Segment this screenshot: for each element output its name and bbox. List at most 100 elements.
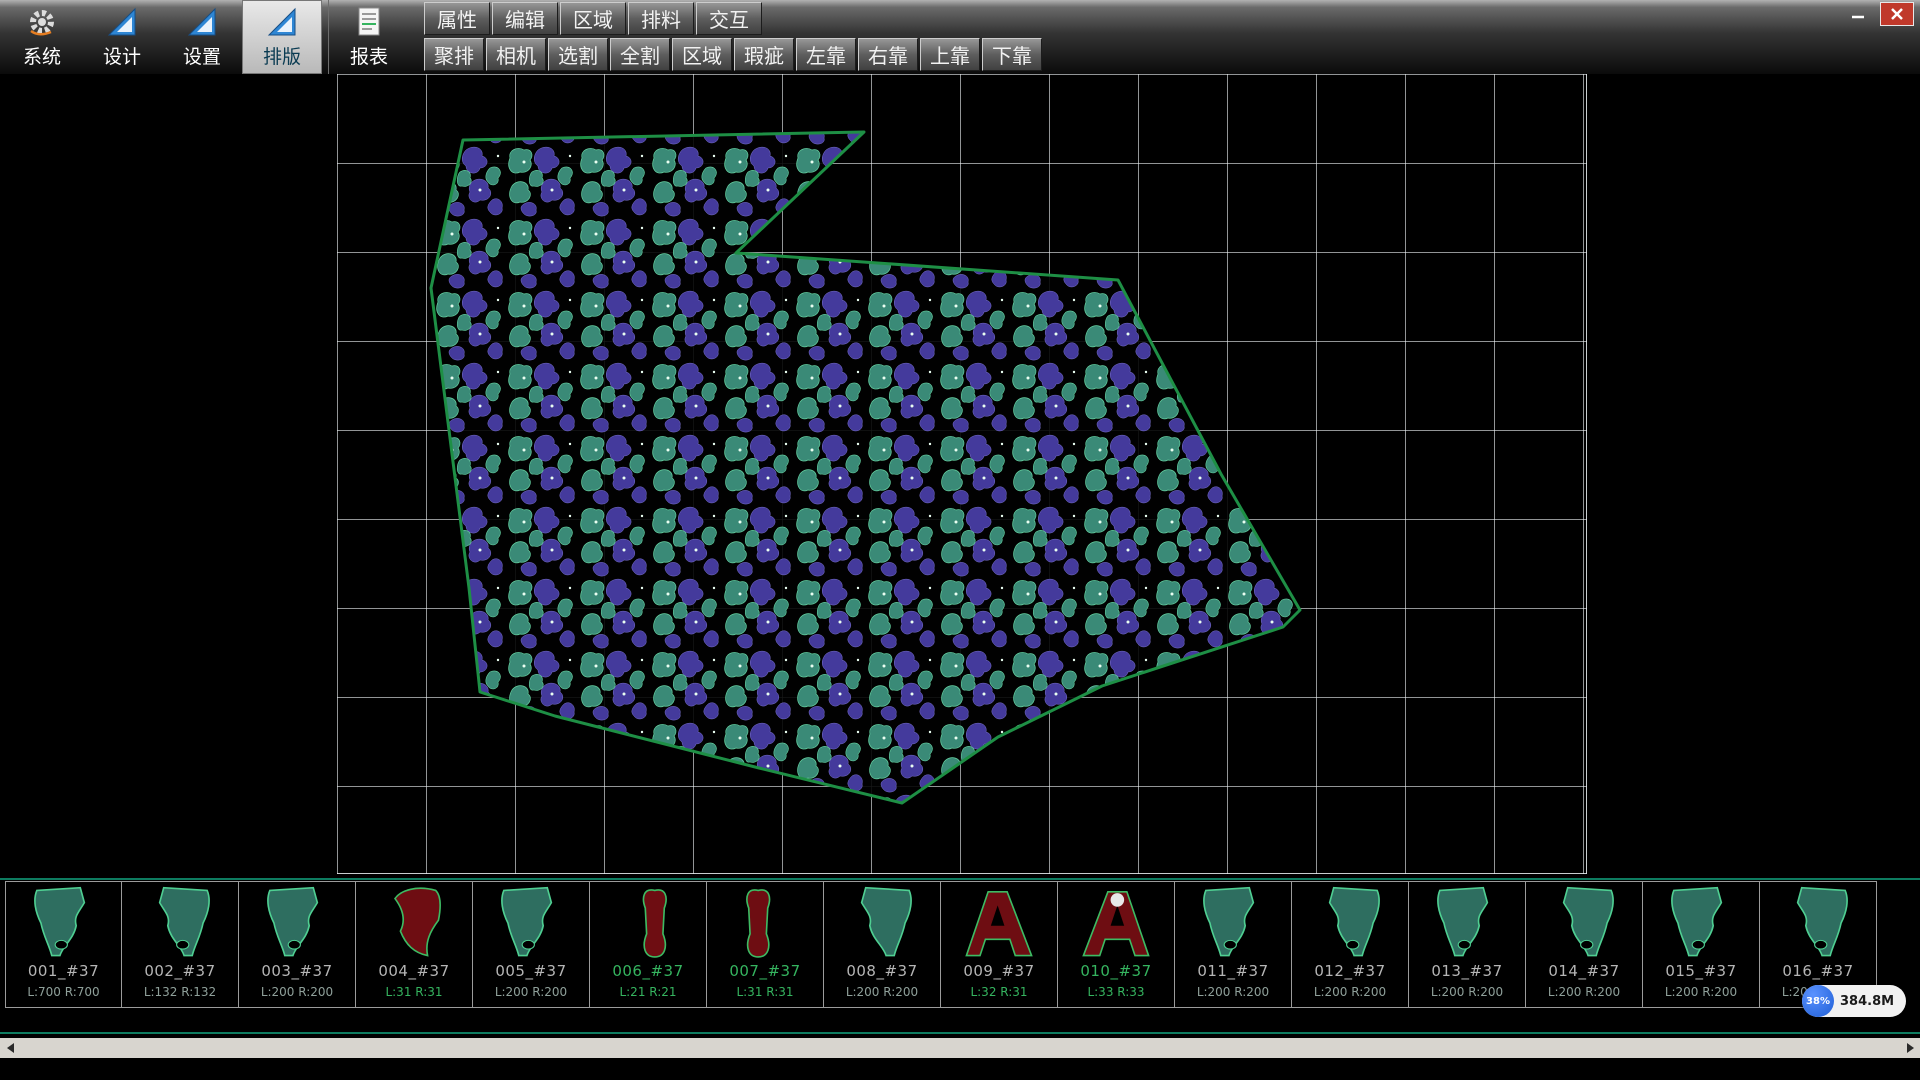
- menu-item-properties[interactable]: 属性: [424, 2, 490, 35]
- menu-item-cut-all[interactable]: 全割: [610, 38, 670, 71]
- menu-row-2: 聚排 相机 选割 全割 区域 瑕疵 左靠 右靠 上靠 下靠: [424, 38, 1042, 71]
- main-toolbar: 系统 设计 设置 排版: [2, 0, 409, 74]
- piece-name: 013_#37: [1431, 962, 1502, 980]
- design-label: 设计: [103, 42, 141, 69]
- piece-name: 015_#37: [1665, 962, 1736, 980]
- piece-name: 014_#37: [1548, 962, 1619, 980]
- piece-name: 003_#37: [261, 962, 332, 980]
- piece-shape: [832, 885, 932, 961]
- piece-thumbnail-cell[interactable]: 003_#37 L:200 R:200: [239, 881, 356, 1008]
- piece-lr-count: L:200 R:200: [1431, 985, 1503, 999]
- piece-name: 009_#37: [963, 962, 1034, 980]
- piece-lr-count: L:21 R:21: [619, 985, 676, 999]
- menu-item-nesting[interactable]: 排料: [628, 2, 694, 35]
- piece-shape: [598, 885, 698, 961]
- piece-shape: [14, 885, 114, 961]
- minimize-button[interactable]: [1842, 2, 1874, 24]
- horizontal-scrollbar[interactable]: [0, 1038, 1920, 1058]
- piece-thumbnail-cell[interactable]: 011_#37 L:200 R:200: [1175, 881, 1292, 1008]
- nesting-canvas[interactable]: [0, 74, 1920, 878]
- close-icon: [1889, 7, 1905, 21]
- piece-thumbnail-cell[interactable]: 005_#37 L:200 R:200: [473, 881, 590, 1008]
- piece-lr-count: L:33 R:33: [1087, 985, 1144, 999]
- nesting-button[interactable]: 排版: [242, 0, 322, 74]
- piece-thumbnail-cell[interactable]: 013_#37 L:200 R:200: [1409, 881, 1526, 1008]
- report-label: 报表: [350, 42, 388, 69]
- piece-lr-count: L:200 R:200: [846, 985, 918, 999]
- menu-item-align-bottom[interactable]: 下靠: [982, 38, 1042, 71]
- menu-item-align-left[interactable]: 左靠: [796, 38, 856, 71]
- piece-name: 002_#37: [144, 962, 215, 980]
- piece-lr-count: L:200 R:200: [495, 985, 567, 999]
- piece-thumbnail-cell[interactable]: 012_#37 L:200 R:200: [1292, 881, 1409, 1008]
- settings-label: 设置: [183, 42, 221, 69]
- piece-shape: [1768, 885, 1868, 961]
- piece-thumbnail-cell[interactable]: 009_#37 L:32 R:31: [941, 881, 1058, 1008]
- piece-name: 016_#37: [1782, 962, 1853, 980]
- piece-shape: [1183, 885, 1283, 961]
- piece-shape: [1651, 885, 1751, 961]
- menu-item-select-cut[interactable]: 选割: [548, 38, 608, 71]
- right-triangle-icon: [1907, 1043, 1914, 1053]
- gear-icon: [25, 5, 59, 39]
- system-button[interactable]: 系统: [2, 0, 82, 74]
- menu-item-region[interactable]: 区域: [560, 2, 626, 35]
- design-button[interactable]: 设计: [82, 0, 162, 74]
- menu-item-zone[interactable]: 区域: [672, 38, 732, 71]
- menu-item-camera[interactable]: 相机: [486, 38, 546, 71]
- piece-thumbnail-cell[interactable]: 002_#37 L:132 R:132: [122, 881, 239, 1008]
- menu-item-align-right[interactable]: 右靠: [858, 38, 918, 71]
- piece-thumbnail-cell[interactable]: 015_#37 L:200 R:200: [1643, 881, 1760, 1008]
- piece-lr-count: L:132 R:132: [144, 985, 216, 999]
- piece-name: 010_#37: [1080, 962, 1151, 980]
- piece-thumbnail-cell[interactable]: 004_#37 L:31 R:31: [356, 881, 473, 1008]
- piece-lr-count: L:700 R:700: [27, 985, 99, 999]
- piece-name: 011_#37: [1197, 962, 1268, 980]
- piece-shape: [481, 885, 581, 961]
- title-and-toolbar: 系统 设计 设置 排版: [0, 0, 1920, 74]
- piece-shape: [1417, 885, 1517, 961]
- piece-thumbnails-row: 001_#37 L:700 R:700 002_#37 L:132 R:132 …: [5, 881, 1877, 1008]
- leather-hide-drawing: [0, 74, 1920, 878]
- piece-lr-count: L:200 R:200: [1548, 985, 1620, 999]
- piece-thumbnail-cell[interactable]: 007_#37 L:31 R:31: [707, 881, 824, 1008]
- piece-thumbnail-cell[interactable]: 001_#37 L:700 R:700: [5, 881, 122, 1008]
- piece-name: 005_#37: [495, 962, 566, 980]
- piece-name: 012_#37: [1314, 962, 1385, 980]
- piece-shape: [715, 885, 815, 961]
- settings-button[interactable]: 设置: [162, 0, 242, 74]
- piece-shape: [1066, 885, 1166, 961]
- close-button[interactable]: [1880, 2, 1914, 26]
- scroll-right-arrow[interactable]: [1900, 1038, 1920, 1058]
- menu-item-align-top[interactable]: 上靠: [920, 38, 980, 71]
- menu-item-cluster-nest[interactable]: 聚排: [424, 38, 484, 71]
- piece-name: 006_#37: [612, 962, 683, 980]
- piece-thumbnail-cell[interactable]: 008_#37 L:200 R:200: [824, 881, 941, 1008]
- menu-item-edit[interactable]: 编辑: [492, 2, 558, 35]
- minimize-icon: [1850, 6, 1866, 20]
- piece-name: 001_#37: [28, 962, 99, 980]
- menu-item-interaction[interactable]: 交互: [696, 2, 762, 35]
- piece-lr-count: L:31 R:31: [736, 985, 793, 999]
- piece-name: 004_#37: [378, 962, 449, 980]
- piece-thumbnail-cell[interactable]: 006_#37 L:21 R:21: [590, 881, 707, 1008]
- piece-lr-count: L:200 R:200: [261, 985, 333, 999]
- menu-item-defect[interactable]: 瑕疵: [734, 38, 794, 71]
- hide-outline-polygon: [431, 132, 1300, 803]
- left-triangle-icon: [7, 1043, 14, 1053]
- piece-shape: [949, 885, 1049, 961]
- pieces-strip: 001_#37 L:700 R:700 002_#37 L:132 R:132 …: [0, 878, 1920, 1034]
- piece-shape: [364, 885, 464, 961]
- piece-shape: [130, 885, 230, 961]
- piece-name: 008_#37: [846, 962, 917, 980]
- piece-lr-count: L:32 R:31: [970, 985, 1027, 999]
- piece-thumbnail-cell[interactable]: 014_#37 L:200 R:200: [1526, 881, 1643, 1008]
- piece-thumbnail-cell[interactable]: 010_#37 L:33 R:33: [1058, 881, 1175, 1008]
- report-button[interactable]: 报表: [328, 0, 409, 74]
- piece-lr-count: L:200 R:200: [1665, 985, 1737, 999]
- window-controls: [1842, 2, 1914, 26]
- piece-shape: [1534, 885, 1634, 961]
- scroll-left-arrow[interactable]: [0, 1038, 20, 1058]
- nesting-label: 排版: [263, 42, 301, 69]
- progress-circle: 38%: [1802, 985, 1834, 1017]
